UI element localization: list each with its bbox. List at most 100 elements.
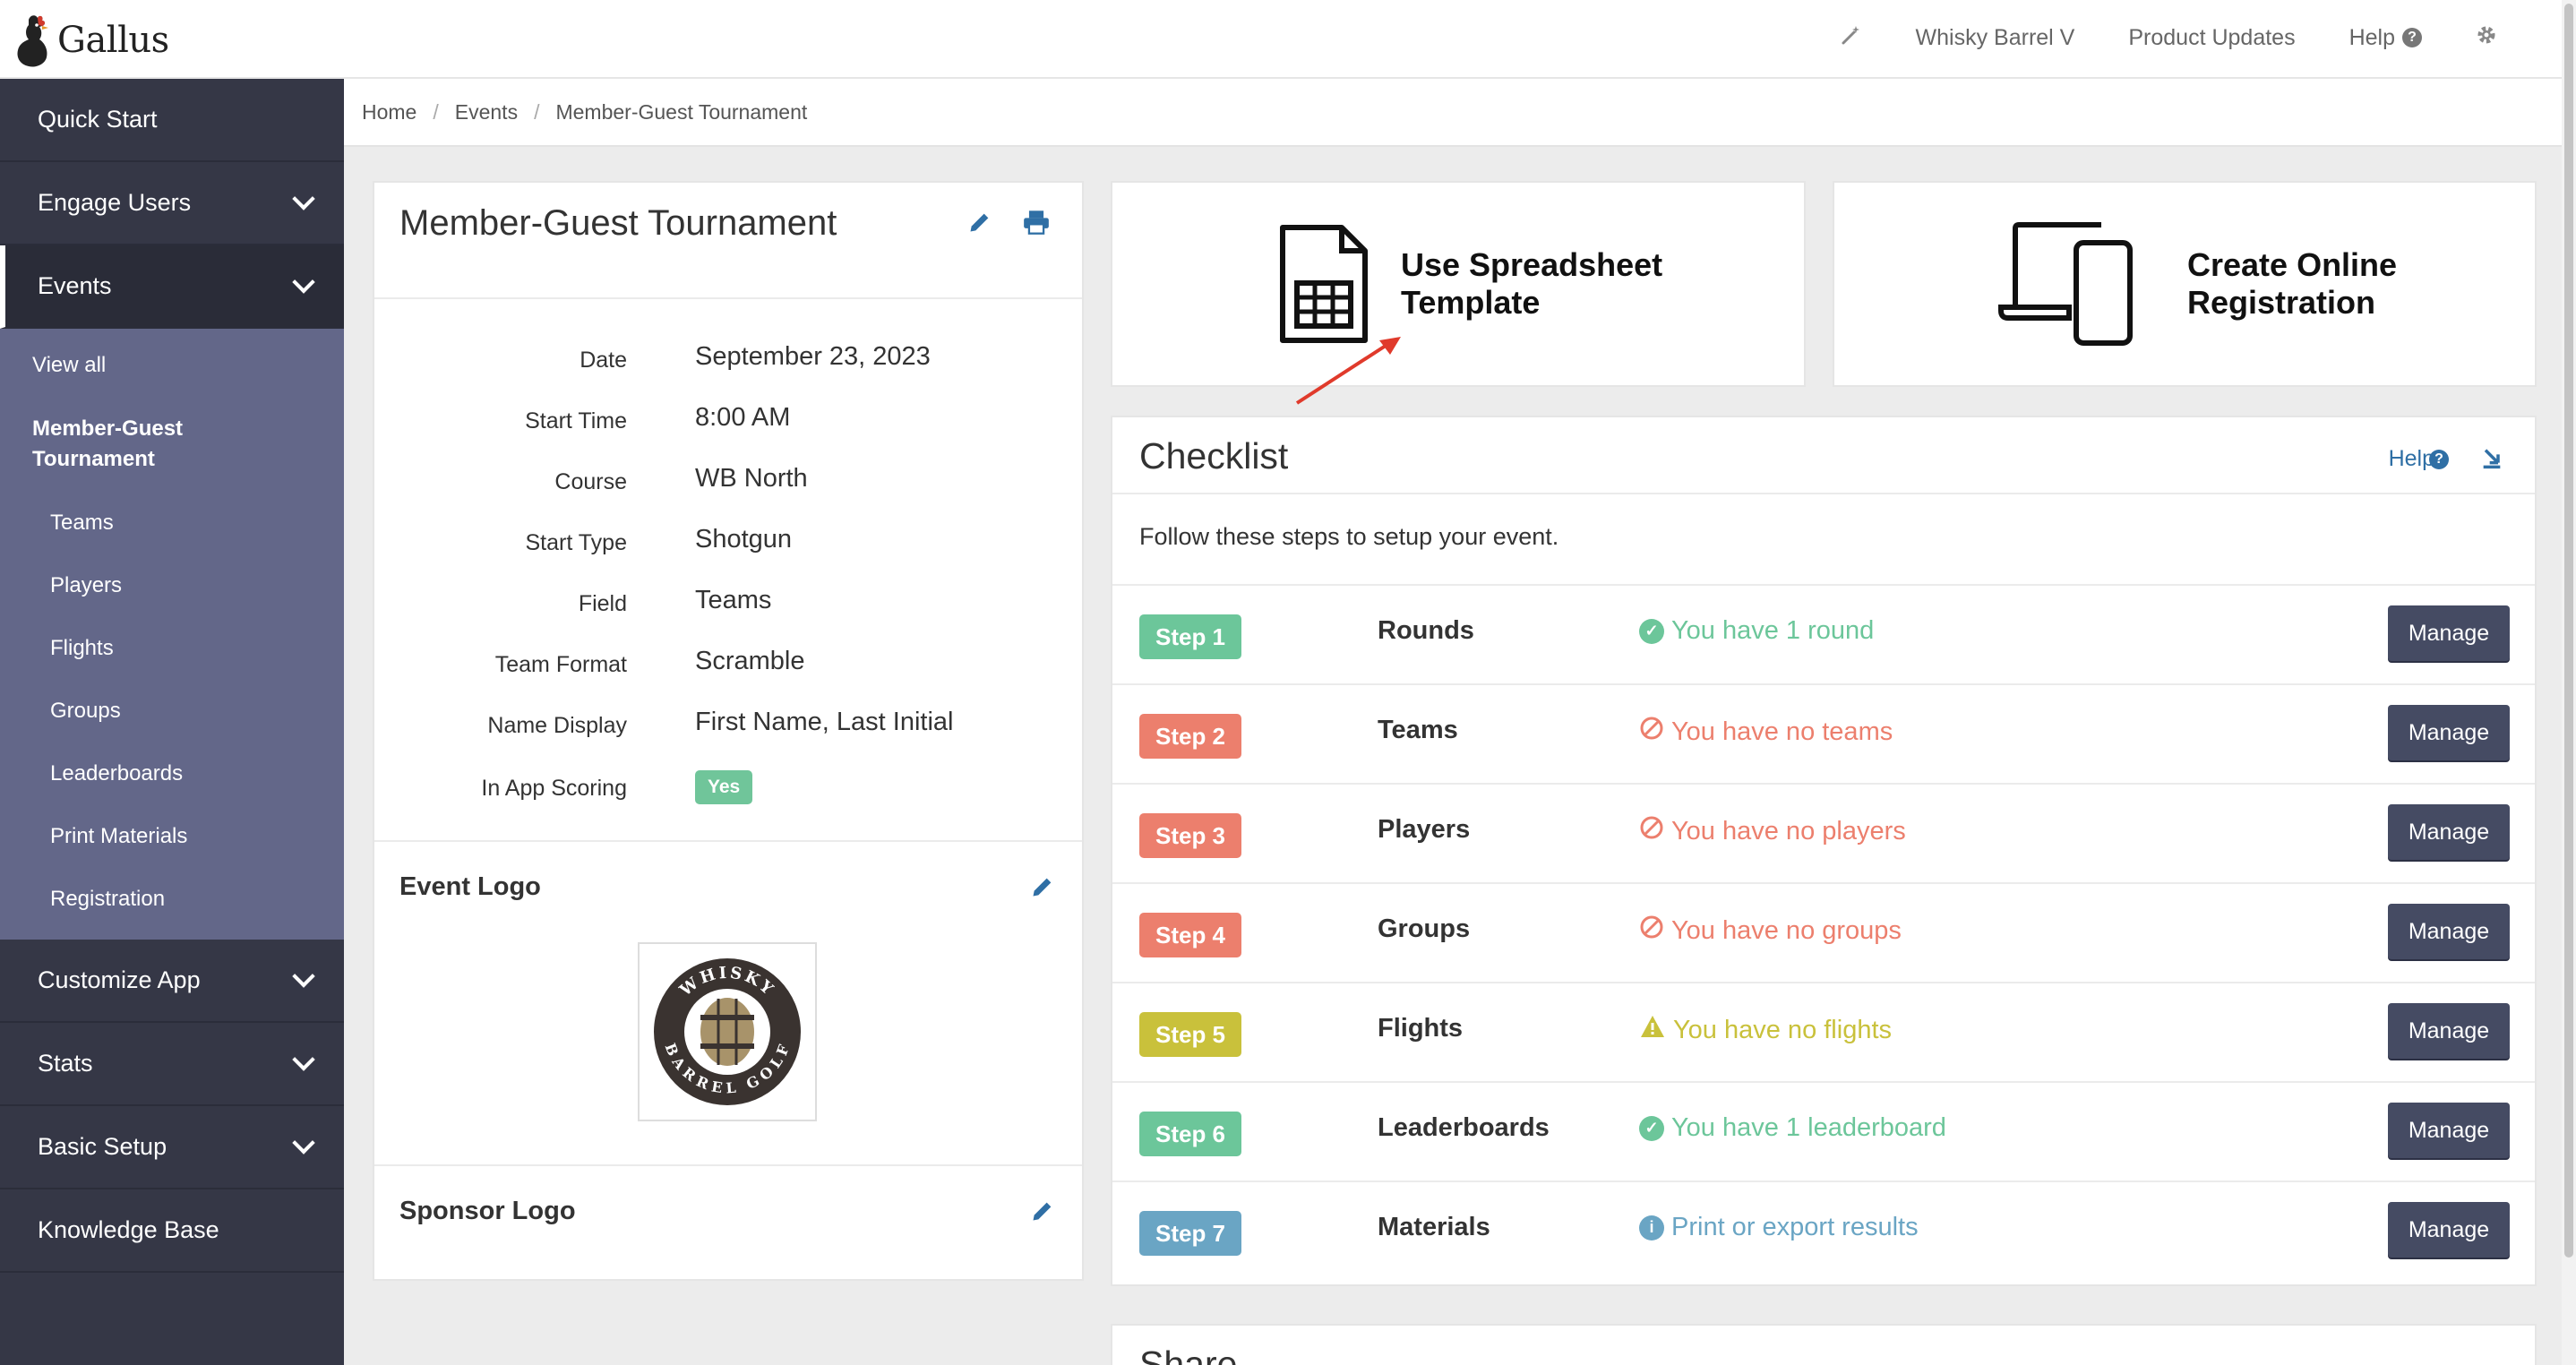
- create-online-registration-label-line1: Create Online: [2187, 246, 2398, 283]
- create-online-registration-card[interactable]: Create Online Registration: [1833, 181, 2537, 387]
- whisky-barrel-logo: WHISKY BARREL GOLF: [654, 958, 801, 1105]
- sidebar-item-knowledge-base[interactable]: Knowledge Base: [0, 1189, 344, 1273]
- edit-event-logo-button[interactable]: [1030, 874, 1055, 904]
- checklist-title: Checklist: [1139, 435, 1289, 476]
- product-updates-link[interactable]: Product Updates: [2101, 25, 2322, 51]
- chevron-down-icon: [292, 186, 315, 210]
- sidebar-subitem-players[interactable]: Players: [0, 554, 344, 617]
- app-name: Gallus: [57, 20, 169, 61]
- use-spreadsheet-template-card[interactable]: Use Spreadsheet Template: [1111, 181, 1806, 387]
- detail-label: Date: [580, 348, 627, 373]
- event-logo-title: Event Logo: [399, 872, 541, 901]
- create-online-registration-label: Create Online Registration: [2187, 246, 2397, 322]
- checklist-step-row: Step 2 Teams You have no teams Manage: [1112, 683, 2535, 782]
- sidebar-item-engage-users[interactable]: Engage Users: [0, 162, 344, 245]
- scrollbar-thumb[interactable]: [2564, 4, 2573, 1258]
- annotation-arrow-icon: [1295, 337, 1401, 405]
- manage-button[interactable]: Manage: [2388, 904, 2510, 959]
- chevron-down-icon: [292, 270, 315, 294]
- sidebar-subitem-print-materials[interactable]: Print Materials: [0, 805, 344, 868]
- step-name: Rounds: [1378, 616, 1474, 645]
- manage-button[interactable]: Manage: [2388, 804, 2510, 860]
- sidebar-item-label: Events: [38, 272, 112, 299]
- sidebar-item-label: Stats: [38, 1050, 93, 1077]
- checklist-step-row: Step 6 Leaderboards ✓ You have 1 leaderboar…: [1112, 1081, 2535, 1180]
- detail-label: Start Time: [525, 408, 627, 434]
- sidebar-item-quick-start[interactable]: Quick Start: [0, 79, 344, 162]
- chevron-down-icon: [292, 1047, 315, 1071]
- breadcrumb: Home / Events / Member-Guest Tournament: [344, 79, 2562, 147]
- pencil-icon: [1033, 878, 1052, 897]
- status-badge: Yes: [695, 770, 753, 804]
- detail-value: WB North: [695, 464, 808, 493]
- detail-row-start-time: Start Time 8:00 AM: [374, 391, 1082, 451]
- edit-event-button[interactable]: [967, 210, 992, 239]
- manage-button[interactable]: Manage: [2388, 705, 2510, 760]
- manage-button[interactable]: Manage: [2388, 1003, 2510, 1059]
- settings-button[interactable]: [2449, 24, 2524, 52]
- breadcrumb-events[interactable]: Events: [455, 100, 518, 124]
- manage-button[interactable]: Manage: [2388, 1103, 2510, 1158]
- org-switcher[interactable]: Whisky Barrel V: [1889, 25, 2102, 51]
- checklist-step-row: Step 4 Groups You have no groups Manage: [1112, 882, 2535, 981]
- checklist-step-row: Step 1 Rounds ✓ You have 1 round Manage: [1112, 584, 2535, 682]
- step-name: Groups: [1378, 914, 1471, 943]
- print-event-button[interactable]: [1023, 210, 1050, 239]
- sidebar-subitem-view-all[interactable]: View all: [0, 334, 344, 397]
- breadcrumb-separator: /: [534, 99, 540, 124]
- pencil-icon: [970, 213, 989, 232]
- step-name: Flights: [1378, 1014, 1464, 1043]
- page-scrollbar[interactable]: [2562, 0, 2576, 1365]
- event-actions: [967, 210, 1050, 239]
- pencil-icon: [1033, 1202, 1052, 1221]
- magic-wand-icon: [1841, 24, 1862, 52]
- app-logo[interactable]: Gallus: [13, 13, 169, 68]
- step-status-text: Print or export results: [1671, 1213, 1919, 1241]
- sidebar-item-label: Knowledge Base: [38, 1216, 219, 1243]
- question-circle-icon: ?: [2402, 28, 2422, 47]
- sidebar-subitem-current-event[interactable]: Member-Guest Tournament: [0, 397, 260, 492]
- checklist-help-link[interactable]: Help: [2389, 446, 2434, 472]
- sidebar: Quick Start Engage Users Events View all…: [0, 79, 344, 1365]
- sidebar-item-customize-app[interactable]: Customize App: [0, 940, 344, 1023]
- ban-icon: [1639, 914, 1664, 947]
- manage-button[interactable]: Manage: [2388, 605, 2510, 661]
- detail-value: 8:00 AM: [695, 403, 791, 432]
- sidebar-subitem-registration[interactable]: Registration: [0, 868, 344, 931]
- detail-row-course: Course WB North: [374, 451, 1082, 512]
- detail-label: In App Scoring: [481, 776, 627, 801]
- step-status: ✓ You have 1 leaderboard: [1639, 1113, 1946, 1143]
- page-title: Member-Guest Tournament: [399, 203, 837, 243]
- sponsor-logo-title: Sponsor Logo: [399, 1197, 576, 1225]
- sidebar-item-events[interactable]: Events: [0, 245, 344, 329]
- warning-triangle-icon: [1639, 1014, 1666, 1046]
- divider: [374, 1164, 1082, 1166]
- manage-button[interactable]: Manage: [2388, 1202, 2510, 1258]
- help-link[interactable]: Help ?: [2323, 25, 2449, 51]
- sidebar-subitem-flights[interactable]: Flights: [0, 617, 344, 680]
- checklist-step-row: Step 7 Materials i Print or export results M…: [1112, 1180, 2535, 1279]
- divider: [1112, 493, 2535, 494]
- detail-value: Shotgun: [695, 525, 793, 554]
- question-circle-icon[interactable]: ?: [2429, 450, 2449, 469]
- step-status: i Print or export results: [1639, 1213, 1919, 1242]
- sidebar-item-stats[interactable]: Stats: [0, 1023, 344, 1106]
- collapse-icon[interactable]: [2479, 446, 2504, 476]
- sidebar-subitem-groups[interactable]: Groups: [0, 680, 344, 743]
- step-status-text: You have no flights: [1673, 1015, 1893, 1044]
- edit-sponsor-logo-button[interactable]: [1030, 1198, 1055, 1228]
- detail-value-wrap: Yes: [695, 758, 753, 811]
- detail-label: Start Type: [525, 530, 628, 555]
- sidebar-item-basic-setup[interactable]: Basic Setup: [0, 1106, 344, 1189]
- detail-value: September 23, 2023: [695, 342, 931, 371]
- detail-label: Name Display: [487, 713, 627, 738]
- sidebar-subitem-leaderboards[interactable]: Leaderboards: [0, 743, 344, 805]
- magic-wand-button[interactable]: [1814, 24, 1889, 52]
- breadcrumb-home[interactable]: Home: [362, 100, 416, 124]
- detail-value: Scramble: [695, 647, 805, 675]
- step-status-text: You have 1 leaderboard: [1671, 1113, 1946, 1142]
- sidebar-item-label: Basic Setup: [38, 1133, 167, 1160]
- sidebar-subitem-teams[interactable]: Teams: [0, 492, 344, 554]
- step-status: You have no players: [1639, 815, 1906, 847]
- step-status-text: You have no groups: [1671, 915, 1902, 945]
